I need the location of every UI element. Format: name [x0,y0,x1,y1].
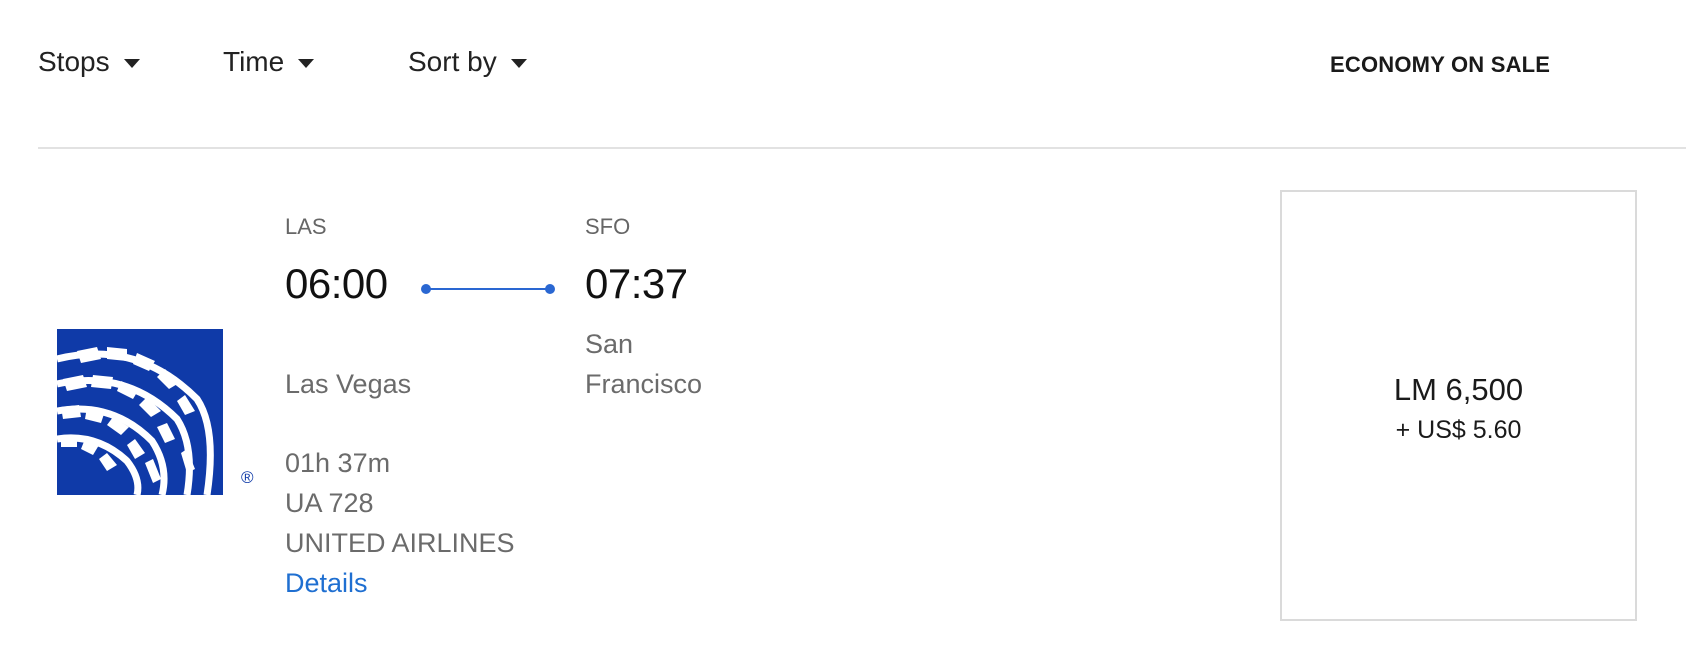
arrival-time: 07:37 [585,260,688,307]
caret-down-icon [510,58,527,68]
time-filter-label: Time [223,46,285,77]
stops-filter-dropdown[interactable]: Stops [38,46,140,78]
flight-number: UA 728 [285,488,374,518]
economy-fare-option[interactable]: LM 6,500 + US$ 5.60 [1280,190,1637,621]
caret-down-icon [123,58,140,68]
route-end-dot [545,284,555,294]
flight-results-page: Stops Time Sort by ECONOMY ON SALE ® LAS… [0,0,1686,652]
details-link[interactable]: Details [285,568,368,599]
caret-down-icon [298,58,315,68]
time-filter-dropdown[interactable]: Time [223,46,315,78]
origin-city: Las Vegas [285,369,412,399]
sort-by-dropdown[interactable]: Sort by [408,46,527,78]
airline-name: UNITED AIRLINES [285,528,515,558]
origin-airport-code: LAS [285,214,327,239]
route-start-dot [421,284,431,294]
route-line [426,288,550,290]
destination-airport-code: SFO [585,214,631,239]
departure-time: 06:00 [285,260,388,307]
cabin-column-header: ECONOMY ON SALE [1330,52,1551,77]
registered-trademark: ® [241,468,254,487]
destination-city: San Francisco [585,329,703,399]
flight-duration: 01h 37m [285,448,391,478]
sort-by-label: Sort by [408,46,497,77]
fare-miles: LM 6,500 [1393,372,1524,407]
united-airlines-logo [57,329,223,495]
header-divider [38,147,1686,149]
stops-filter-label: Stops [38,46,110,77]
fare-cash: + US$ 5.60 [1395,416,1522,444]
